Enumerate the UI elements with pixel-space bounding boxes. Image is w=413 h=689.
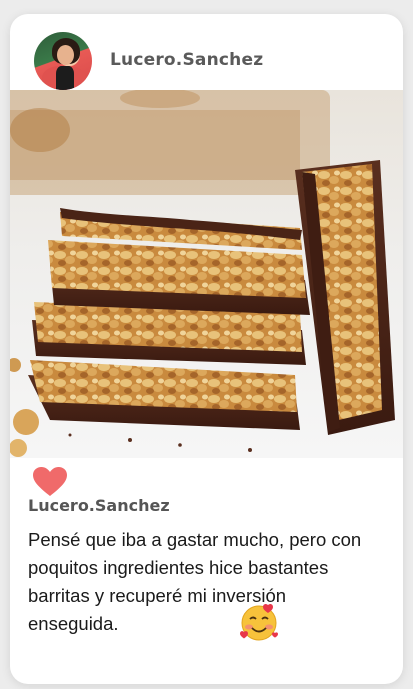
avatar[interactable] bbox=[34, 32, 92, 90]
smiling-face-with-hearts-emoji-icon bbox=[240, 603, 278, 641]
post-image[interactable] bbox=[10, 90, 403, 458]
caption-username[interactable]: Lucero.Sanchez bbox=[28, 496, 170, 515]
heart-icon[interactable] bbox=[32, 466, 68, 498]
post-header: Lucero.Sanchez bbox=[10, 14, 403, 90]
header-username[interactable]: Lucero.Sanchez bbox=[110, 50, 263, 70]
caption-text: Pensé que iba a gastar mucho, pero con p… bbox=[28, 529, 362, 634]
post-card: Lucero.Sanchez Lucero.Sanchez Pensé que … bbox=[10, 14, 403, 684]
